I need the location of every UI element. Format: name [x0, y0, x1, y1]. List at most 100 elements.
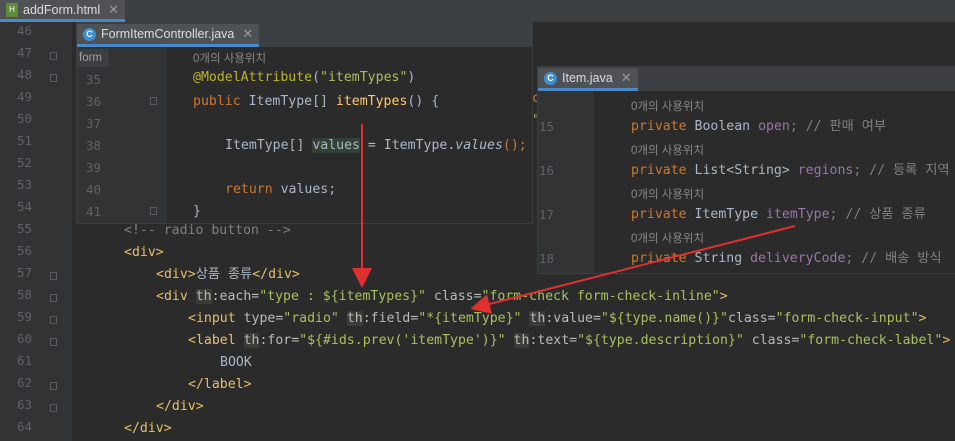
code-line-58[interactable]: <div th:each="type : ${itemTypes}" class… — [156, 286, 728, 308]
fold-marker[interactable] — [50, 382, 57, 390]
fold-marker[interactable] — [50, 404, 57, 412]
div-close-tag: </div> — [124, 421, 172, 436]
keyword: public — [193, 94, 249, 109]
type-name: ItemType — [694, 207, 766, 222]
type-name: ItemType[] — [248, 94, 336, 109]
line-number: 46 — [16, 23, 32, 38]
fold-marker[interactable] — [50, 338, 57, 346]
tag-end: > — [942, 333, 951, 348]
attr-name: class= — [727, 311, 776, 326]
th-namespace: th — [195, 289, 212, 304]
code-line-59[interactable]: <input type="radio" th:field="*{itemType… — [188, 308, 926, 330]
close-icon[interactable]: ✕ — [621, 70, 632, 86]
item-peek-popup[interactable]: C Item.java ✕ 15 16 17 18 0개의 사용위치 private … — [537, 66, 955, 274]
fold-marker[interactable] — [50, 316, 57, 324]
line-number: 15 — [538, 119, 554, 134]
type-name: String — [694, 251, 751, 266]
line-number: 59 — [16, 309, 32, 324]
code-line-62[interactable]: </label> — [188, 374, 252, 396]
controller-peek-popup[interactable]: C FormItemController.java ✕ form 0개의 사용위… — [76, 22, 533, 224]
fold-marker[interactable] — [50, 74, 57, 82]
static-method: values — [455, 138, 503, 153]
line-number: 39 — [85, 160, 101, 175]
fold-marker[interactable] — [50, 272, 57, 280]
attr-value: "form-check-label" — [799, 333, 943, 348]
div-tag: <div — [156, 289, 196, 304]
keyword: private — [631, 207, 695, 222]
code-line-38[interactable]: ItemType[] values = ItemType.values(); — [225, 135, 527, 157]
fold-marker[interactable] — [50, 52, 57, 60]
label-tag: <label — [188, 333, 244, 348]
code-line-56[interactable]: <div> — [124, 242, 164, 264]
close-icon[interactable]: ✕ — [242, 26, 253, 42]
th-namespace: th — [529, 311, 546, 326]
usage-hint: 0개의 사용위치 — [631, 145, 705, 157]
line-number: 16 — [538, 163, 554, 178]
field-name: deliveryCode — [750, 251, 846, 266]
line-number: 17 — [538, 207, 554, 222]
code-line-64[interactable]: </div> — [124, 418, 172, 440]
tab-bar — [0, 0, 955, 22]
keyword: private — [631, 119, 695, 134]
tab-label: FormItemController.java — [101, 27, 235, 41]
div-open-tag: <div> — [156, 267, 196, 282]
tab-addform-html[interactable]: H addForm.html ✕ — [0, 0, 126, 22]
input-tag: <input — [188, 311, 244, 326]
line-number: 50 — [16, 111, 32, 126]
code-line-57[interactable]: <div>상품 종류</div> — [156, 264, 300, 286]
annotation: @ModelAttribute — [193, 70, 313, 85]
code-line-63[interactable]: </div> — [156, 396, 204, 418]
code-line-41[interactable]: } — [193, 201, 201, 223]
tab-item-java[interactable]: C Item.java ✕ — [538, 68, 638, 91]
java-class-icon: C — [83, 27, 96, 41]
code-line-40[interactable]: return values; — [225, 179, 336, 201]
line-number: 47 — [16, 45, 32, 60]
attr-value: "radio" — [283, 311, 347, 326]
attr-value: "${type.name()}" — [600, 311, 728, 326]
field-name: open — [758, 119, 790, 134]
label-close-tag: </label> — [188, 377, 252, 392]
code-line-15[interactable]: private Boolean open; // 판매 여부 — [631, 116, 886, 138]
fold-marker[interactable] — [50, 294, 57, 302]
code-text: () { — [407, 94, 440, 109]
keyword: private — [631, 251, 695, 266]
div-tag: <div> — [124, 245, 164, 260]
tab-label: Item.java — [562, 71, 613, 85]
side-label: form — [77, 49, 109, 67]
usage-hint: 0개의 사용위치 — [631, 189, 705, 201]
html-file-icon: H — [6, 2, 18, 17]
line-number: 55 — [16, 221, 32, 236]
attr-name: class= — [743, 333, 800, 348]
div-close-tag: </div> — [252, 267, 300, 282]
attr-value: "*{itemType}" — [418, 311, 530, 326]
type-name: ItemType[] — [225, 138, 313, 153]
comment: ; // 등록 지역 — [853, 163, 950, 178]
method-name: itemTypes — [335, 94, 408, 109]
code-line-61[interactable]: BOOK — [220, 352, 252, 374]
line-number: 64 — [16, 419, 32, 434]
attr-name: :for= — [259, 333, 300, 348]
line-number: 63 — [16, 397, 32, 412]
code-line-18[interactable]: private String deliveryCode; // 배송 방식 — [631, 248, 942, 270]
code-line-60[interactable]: <label th:for="${#ids.prev('itemType')}"… — [188, 330, 950, 352]
attr-name: type= — [243, 311, 284, 326]
fold-marker[interactable] — [150, 207, 157, 215]
code-line-36[interactable]: public ItemType[] itemTypes() { — [193, 91, 439, 113]
usage-hint: 0개의 사용위치 — [193, 53, 267, 65]
attr-value: "type : ${itemTypes}" — [259, 289, 426, 304]
close-icon[interactable]: ✕ — [108, 2, 119, 18]
code-line-17[interactable]: private ItemType itemType; // 상품 종류 — [631, 204, 926, 226]
line-number: 37 — [85, 116, 101, 131]
fold-marker[interactable] — [150, 97, 157, 105]
code-line-16[interactable]: private List<String> regions; // 등록 지역 — [631, 160, 950, 182]
attr-name: class= — [425, 289, 482, 304]
html-comment: <!-- radio button --> — [124, 223, 291, 238]
field-name: itemType — [766, 207, 830, 222]
code-line-35[interactable]: @ModelAttribute("itemTypes") — [193, 67, 415, 89]
code-text: } — [193, 204, 201, 219]
line-number: 57 — [16, 265, 32, 280]
tab-formitemcontroller[interactable]: C FormItemController.java ✕ — [77, 24, 260, 47]
keyword: private — [631, 163, 695, 178]
code-text: = ItemType. — [359, 138, 456, 153]
line-number: 60 — [16, 331, 32, 346]
